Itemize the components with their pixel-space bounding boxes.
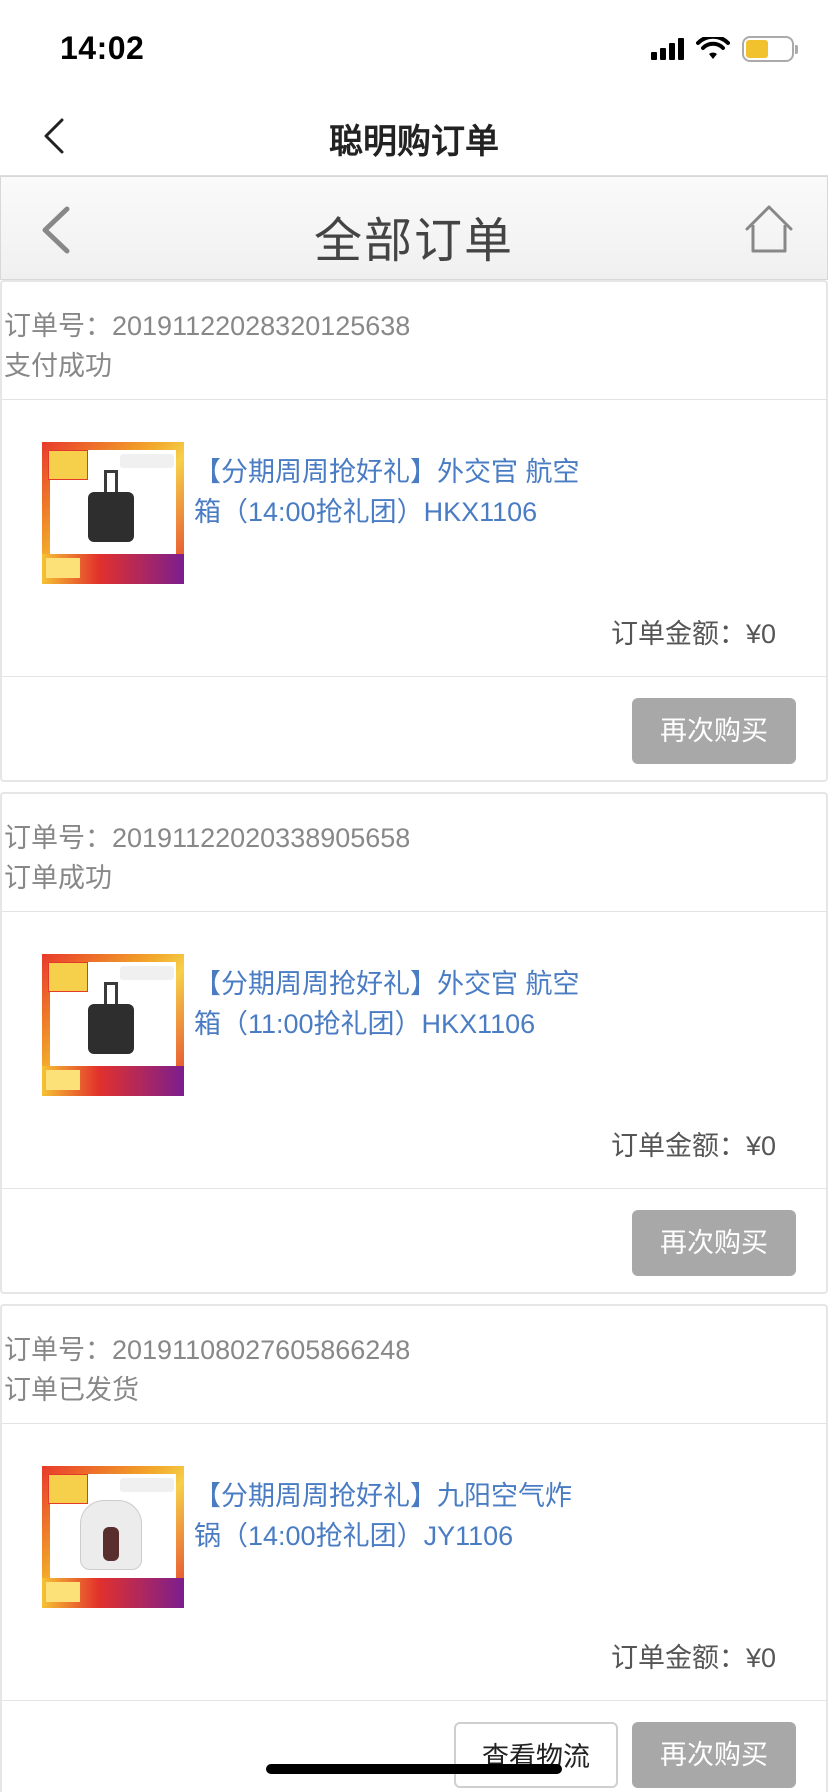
suitcase-icon bbox=[88, 982, 134, 1054]
order-status: 支付成功 bbox=[4, 351, 112, 381]
product-image[interactable] bbox=[42, 954, 184, 1096]
order-number: 订单号：20191122020338905658 bbox=[4, 823, 411, 853]
order-status: 订单成功 bbox=[4, 863, 112, 893]
subheader: 全部订单 bbox=[0, 176, 828, 280]
divider bbox=[2, 1188, 826, 1189]
battery-icon bbox=[742, 36, 798, 62]
air-fryer-icon bbox=[80, 1500, 142, 1570]
home-icon[interactable] bbox=[743, 203, 795, 255]
order-header: 订单号：20191108027605866248 订单已发货 bbox=[2, 1306, 826, 1424]
signal-icon bbox=[651, 38, 684, 60]
order-card[interactable]: 订单号：20191108027605866248 订单已发货 【分期周周抢好礼】… bbox=[0, 1304, 828, 1792]
page-title: 聪明购订单 bbox=[329, 123, 499, 161]
track-shipment-button[interactable]: 查看物流 bbox=[454, 1722, 618, 1788]
order-status: 订单已发货 bbox=[4, 1375, 139, 1405]
product-title-link[interactable]: 【分期周周抢好礼】外交官 航空箱（14:00抢礼团）HKX1106 bbox=[194, 452, 594, 532]
order-number: 订单号：20191108027605866248 bbox=[4, 1335, 411, 1365]
suitcase-icon bbox=[88, 470, 134, 542]
divider bbox=[2, 676, 826, 677]
order-amount: 订单金额：¥0 bbox=[610, 619, 776, 649]
product-image[interactable] bbox=[42, 442, 184, 584]
product-title-link[interactable]: 【分期周周抢好礼】外交官 航空箱（11:00抢礼团）HKX1106 bbox=[194, 964, 594, 1044]
rebuy-button[interactable]: 再次购买 bbox=[632, 1210, 796, 1276]
status-time: 14:02 bbox=[60, 30, 145, 66]
order-header: 订单号：20191122028320125638 支付成功 bbox=[2, 282, 826, 400]
home-indicator[interactable] bbox=[266, 1764, 562, 1774]
order-amount: 订单金额：¥0 bbox=[610, 1643, 776, 1673]
product-title-link[interactable]: 【分期周周抢好礼】九阳空气炸锅（14:00抢礼团）JY1106 bbox=[194, 1476, 594, 1556]
product-image[interactable] bbox=[42, 1466, 184, 1608]
order-card[interactable]: 订单号：20191122020338905658 订单成功 【分期周周抢好礼】外… bbox=[0, 792, 828, 1294]
order-number: 订单号：20191122028320125638 bbox=[4, 311, 411, 341]
status-icons bbox=[651, 34, 798, 64]
navbar: 聪明购订单 bbox=[0, 96, 828, 176]
section-title: 全部订单 bbox=[313, 215, 514, 268]
divider bbox=[2, 1700, 826, 1701]
status-bar: 14:02 bbox=[0, 0, 828, 96]
rebuy-button[interactable]: 再次购买 bbox=[632, 1722, 796, 1788]
order-amount: 订单金额：¥0 bbox=[610, 1131, 776, 1161]
rebuy-button[interactable]: 再次购买 bbox=[632, 698, 796, 764]
wifi-icon bbox=[696, 37, 730, 59]
order-card[interactable]: 订单号：20191122028320125638 支付成功 【分期周周抢好礼】外… bbox=[0, 280, 828, 782]
order-header: 订单号：20191122020338905658 订单成功 bbox=[2, 794, 826, 912]
